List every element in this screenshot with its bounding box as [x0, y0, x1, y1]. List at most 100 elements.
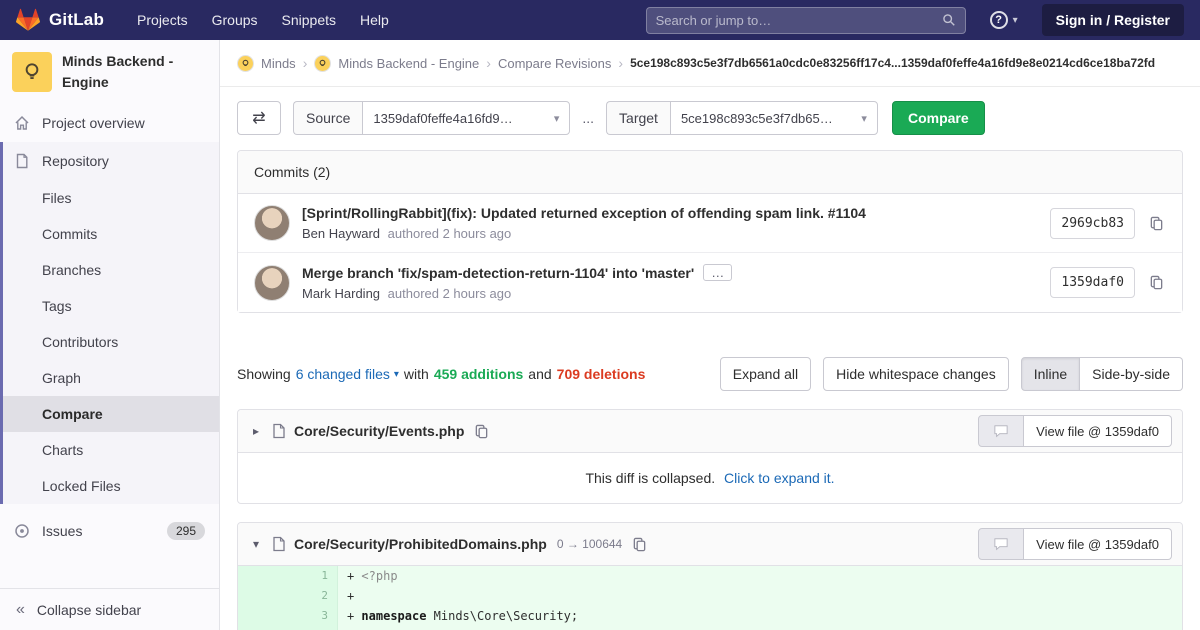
search-icon: [942, 14, 955, 26]
chevron-right-icon: ›: [486, 55, 491, 71]
old-line-number[interactable]: [238, 566, 288, 586]
gitlab-tanuki-icon: [16, 8, 40, 31]
help-menu[interactable]: ? ▾: [989, 11, 1018, 29]
commit-info: Merge branch 'fix/spam-detection-return-…: [302, 264, 1038, 301]
sidebar-item-label: Repository: [42, 153, 109, 169]
commit-author[interactable]: Ben Hayward: [302, 226, 380, 241]
sidebar-item-charts[interactable]: Charts: [3, 432, 219, 468]
project-context-header[interactable]: Minds Backend - Engine: [0, 40, 219, 104]
sidebar-item-tags[interactable]: Tags: [3, 288, 219, 324]
collapse-sidebar-label: Collapse sidebar: [36, 601, 142, 618]
summary-with: with: [403, 366, 429, 382]
collapse-toggle-button[interactable]: ▾: [248, 537, 264, 551]
breadcrumb-compare-revisions[interactable]: Compare Revisions: [498, 56, 611, 71]
breadcrumb-project[interactable]: Minds Backend - Engine: [338, 56, 479, 71]
project-sidebar: Minds Backend - Engine Project overview …: [0, 40, 220, 630]
sidebar-item-project-overview[interactable]: Project overview: [0, 104, 219, 142]
brand-name[interactable]: GitLab: [49, 10, 104, 30]
php-open-tag: <?php: [361, 569, 398, 583]
expand-all-button[interactable]: Expand all: [719, 357, 812, 391]
copy-file-path-button[interactable]: [630, 535, 649, 554]
file-icon: [273, 423, 285, 439]
nav-groups[interactable]: Groups: [201, 6, 269, 34]
collapse-toggle-button[interactable]: ▸: [248, 424, 264, 438]
commit-sha[interactable]: 2969cb83: [1050, 207, 1135, 239]
commit-author[interactable]: Mark Harding: [302, 286, 380, 301]
copy-sha-button[interactable]: [1147, 273, 1166, 292]
swap-revisions-button[interactable]: ⇄: [237, 101, 281, 135]
sidebar-item-files[interactable]: Files: [3, 180, 219, 216]
source-label: Source: [293, 101, 363, 135]
side-by-side-view-button[interactable]: Side-by-side: [1080, 357, 1183, 391]
sidebar-item-graph[interactable]: Graph: [3, 360, 219, 396]
diff-view-toggle: Inline Side-by-side: [1020, 357, 1183, 391]
collapsed-diff-body: This diff is collapsed. Click to expand …: [238, 453, 1182, 503]
commit-sha[interactable]: 1359daf0: [1050, 267, 1135, 298]
view-file-button[interactable]: View file @ 1359daf0: [1024, 528, 1172, 560]
minds-group-avatar: [237, 54, 254, 72]
diff-body: 1 + <?php 2 + 3 + namespace Minds\Core\Secu…: [238, 566, 1182, 630]
hide-whitespace-button[interactable]: Hide whitespace changes: [823, 357, 1009, 391]
sidebar-item-contributors[interactable]: Contributors: [3, 324, 219, 360]
avatar[interactable]: [254, 264, 290, 301]
avatar[interactable]: [254, 205, 290, 241]
search-input[interactable]: [655, 12, 936, 28]
target-value: 5ce198c893c5e3f7db65…: [680, 110, 833, 126]
collapse-sidebar-icon: «: [16, 600, 25, 618]
new-line-number[interactable]: 4: [288, 626, 338, 630]
search-box[interactable]: [645, 6, 966, 34]
file-header: ▾ Core/Security/ProhibitedDomains.php 0 …: [238, 523, 1182, 566]
expand-diff-link[interactable]: Click to expand it.: [724, 470, 835, 486]
old-line-number[interactable]: [238, 586, 288, 606]
swap-icon: ⇄: [252, 110, 266, 127]
file-path[interactable]: Core/Security/ProhibitedDomains.php: [294, 536, 547, 552]
main-content: Minds › Minds Backend - Engine › Compare…: [220, 40, 1200, 630]
sign-in-button[interactable]: Sign in / Register: [1041, 4, 1184, 36]
copy-file-path-button[interactable]: [472, 422, 491, 441]
changed-files-dropdown[interactable]: 6 changed files ▾: [296, 366, 399, 382]
lightbulb-icon: [242, 59, 249, 66]
commit-meta: Ben Hayward authored 2 hours ago: [302, 226, 1038, 241]
commit-title[interactable]: [Sprint/RollingRabbit](fix): Updated ret…: [302, 205, 866, 221]
commit-title[interactable]: Merge branch 'fix/spam-detection-return-…: [302, 265, 694, 281]
target-dropdown[interactable]: 5ce198c893c5e3f7db65… ▾: [669, 101, 878, 135]
inline-view-button[interactable]: Inline: [1020, 357, 1081, 391]
old-line-number[interactable]: [238, 626, 288, 630]
lightbulb-icon: [319, 59, 326, 66]
nav-snippets[interactable]: Snippets: [271, 6, 347, 34]
chevron-right-icon: ›: [302, 55, 308, 71]
toggle-comments-button[interactable]: [978, 415, 1025, 447]
nav-help[interactable]: Help: [349, 6, 400, 34]
php-keyword: namespace: [361, 609, 427, 623]
new-line-number[interactable]: 3: [288, 606, 338, 626]
commit-row: [Sprint/RollingRabbit](fix): Updated ret…: [238, 194, 1182, 252]
gitlab-home-link[interactable]: GitLab: [16, 8, 104, 32]
sidebar-item-label: Project overview: [42, 115, 145, 131]
file-path[interactable]: Core/Security/Events.php: [294, 423, 464, 439]
copy-sha-button[interactable]: [1147, 214, 1166, 233]
deletions-count: 709 deletions: [556, 366, 646, 382]
sidebar-item-compare[interactable]: Compare: [3, 396, 219, 432]
sidebar-item-issues[interactable]: Issues 295: [0, 512, 219, 550]
sidebar-item-repository[interactable]: Repository: [3, 142, 219, 180]
chevron-down-icon: ▾: [393, 368, 399, 380]
old-line-number[interactable]: [238, 606, 288, 626]
expand-commit-message-button[interactable]: …: [703, 264, 733, 281]
sidebar-item-locked-files[interactable]: Locked Files: [3, 468, 219, 504]
new-line-number[interactable]: 2: [288, 586, 338, 606]
source-dropdown[interactable]: 1359daf0feffe4a16fd9… ▾: [362, 101, 571, 135]
chevron-down-icon: ▾: [553, 112, 560, 125]
new-line-number[interactable]: 1: [288, 566, 338, 586]
compare-button[interactable]: Compare: [891, 101, 985, 135]
collapse-sidebar-button[interactable]: « Collapse sidebar: [0, 588, 219, 630]
target-group: Target 5ce198c893c5e3f7db65… ▾: [606, 101, 878, 135]
sidebar-item-branches[interactable]: Branches: [3, 252, 219, 288]
sidebar-item-commits[interactable]: Commits: [3, 216, 219, 252]
summary-showing: Showing: [237, 366, 291, 382]
nav-projects[interactable]: Projects: [126, 6, 199, 34]
breadcrumb-minds[interactable]: Minds: [261, 56, 296, 71]
summary-and: and: [528, 366, 552, 382]
project-avatar: [12, 52, 52, 92]
toggle-comments-button[interactable]: [978, 528, 1025, 560]
view-file-button[interactable]: View file @ 1359daf0: [1024, 415, 1172, 447]
